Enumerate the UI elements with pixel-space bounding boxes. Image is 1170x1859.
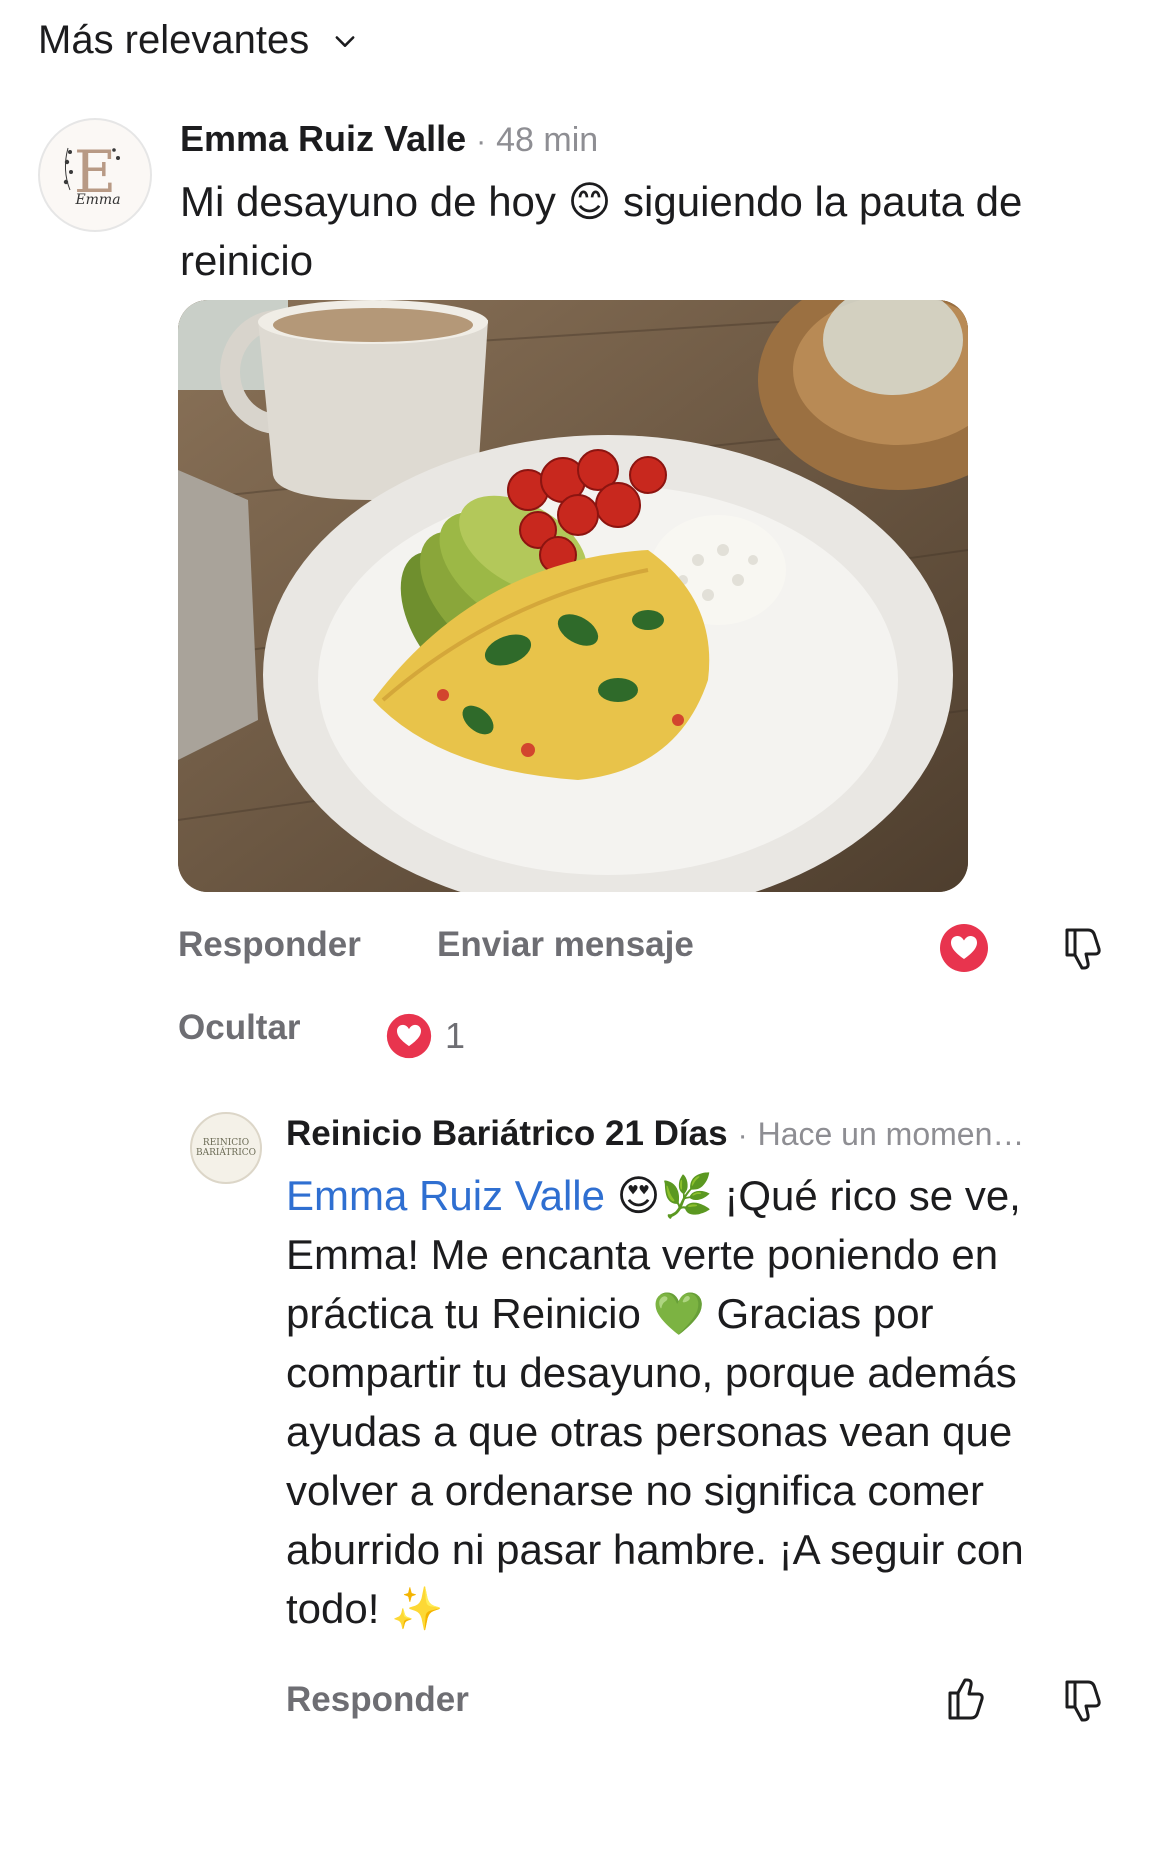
reply-button[interactable]: Responder <box>286 1680 469 1720</box>
comment-text-part: Mi desayuno de hoy <box>180 178 568 225</box>
hide-button[interactable]: Ocultar <box>178 1008 301 1048</box>
sort-label: Más relevantes <box>38 18 310 62</box>
separator-dot: · <box>737 1119 748 1152</box>
comment-time: 48 min <box>496 121 599 159</box>
send-message-button[interactable]: Enviar mensaje <box>437 925 694 965</box>
avatar-reinicio[interactable]: REINICIO BARIÁTRICO <box>190 1112 262 1184</box>
emma-monogram-logo: E Emma <box>63 138 121 208</box>
green-heart-emoji: 💚 <box>652 1290 705 1337</box>
avatar-emma[interactable]: E Emma <box>38 118 152 232</box>
mention-link[interactable]: Emma Ruiz Valle <box>286 1172 605 1219</box>
reply-text: Emma Ruiz Valle 😍🌿 ¡Qué rico se ve, Emma… <box>286 1166 1116 1638</box>
brand-logo-text: REINICIO <box>202 1138 250 1148</box>
dislike-icon[interactable] <box>1055 1674 1107 1726</box>
emoji-group: 😍🌿 <box>604 1172 725 1219</box>
breakfast-illustration <box>178 300 968 892</box>
love-reaction-icon[interactable] <box>938 922 990 974</box>
sort-dropdown[interactable]: Más relevantes <box>38 18 359 63</box>
comment-text: Mi desayuno de hoy 😊 siguiendo la pauta … <box>180 172 1140 290</box>
reaction-summary[interactable]: 1 <box>385 1012 465 1060</box>
reply-time: Hace un momen… <box>757 1116 1025 1152</box>
reply-button[interactable]: Responder <box>178 925 361 965</box>
reaction-count: 1 <box>445 1015 466 1056</box>
smile-emoji: 😊 <box>567 178 612 225</box>
separator-dot: · <box>476 125 487 158</box>
reply-text-part: Gracias por compartir tu desayuno, porqu… <box>286 1290 1024 1632</box>
chevron-down-icon <box>335 35 355 47</box>
comment-header: Emma Ruiz Valle · 48 min <box>180 118 598 160</box>
reply-author[interactable]: Reinicio Bariátrico 21 Días <box>286 1114 728 1154</box>
comment-author[interactable]: Emma Ruiz Valle <box>180 118 466 160</box>
brand-logo-text: BARIÁTRICO <box>195 1148 257 1158</box>
reply-header: Reinicio Bariátrico 21 Días · Hace un mo… <box>286 1114 1116 1154</box>
breakfast-photo[interactable] <box>178 300 968 892</box>
svg-text:Emma: Emma <box>74 192 120 208</box>
dislike-icon[interactable] <box>1055 922 1107 974</box>
heart-icon <box>386 1013 432 1059</box>
sparkles-emoji: ✨ <box>391 1585 444 1632</box>
like-icon[interactable] <box>938 1674 990 1726</box>
